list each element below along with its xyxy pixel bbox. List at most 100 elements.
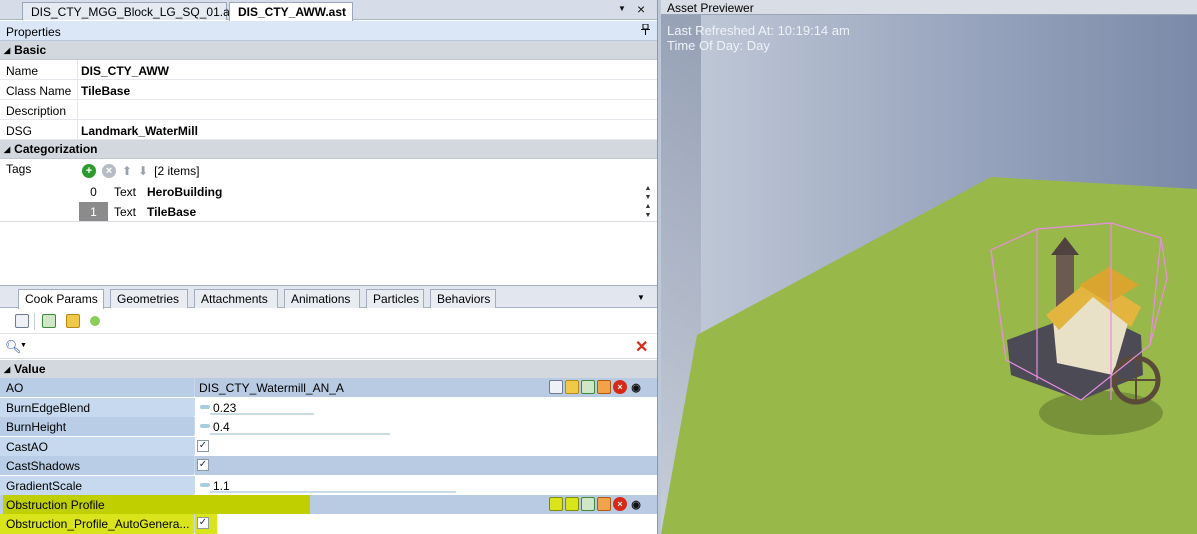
tags-key: Tags: [6, 162, 32, 176]
value-row-ao[interactable]: AO DIS_CTY_Watermill_AN_A × ◉: [0, 378, 657, 397]
value-row-burn-height[interactable]: BurnHeight 0.4: [0, 417, 657, 436]
clear-search-icon[interactable]: ✕: [635, 337, 648, 357]
value-key: AO: [0, 378, 194, 397]
value-key: Obstruction_Profile_AutoGenera...: [0, 514, 194, 534]
tab-geometries[interactable]: Geometries: [110, 289, 188, 308]
properties-title: Properties: [6, 25, 61, 39]
list-item[interactable]: 1 Text TileBase: [79, 202, 642, 221]
value-row-burn-edge-blend[interactable]: BurnEdgeBlend 0.23: [0, 398, 657, 417]
new-asset-icon[interactable]: [549, 380, 563, 394]
cook-tabs: Cook Params Geometries Attachments Anima…: [0, 285, 657, 309]
folder-icon[interactable]: [66, 314, 80, 328]
value-row-obstruction-auto[interactable]: Obstruction_Profile_AutoGenera... ✓: [0, 514, 657, 534]
value-number[interactable]: 0.4: [213, 420, 230, 434]
property-value[interactable]: Landmark_WaterMill: [81, 124, 198, 138]
property-row-dsg[interactable]: DSG Landmark_WaterMill: [0, 120, 657, 140]
value-number[interactable]: 1.1: [213, 479, 230, 493]
slider-track[interactable]: [210, 491, 456, 493]
tags-count: [2 items]: [154, 164, 200, 178]
goto-icon[interactable]: [597, 497, 611, 511]
category-categorization-label: Categorization: [14, 142, 98, 156]
obstruction-auto-checkbox[interactable]: ✓: [197, 517, 209, 529]
validate-icon[interactable]: [90, 316, 100, 326]
slider-track[interactable]: [210, 433, 390, 435]
search-input[interactable]: [32, 338, 622, 356]
value-key: Obstruction Profile: [6, 498, 105, 512]
delete-icon[interactable]: ×: [613, 380, 627, 394]
tab-cook-params[interactable]: Cook Params: [18, 289, 104, 309]
time-of-day: Time Of Day: Day: [667, 38, 770, 53]
property-key: Class Name: [6, 84, 72, 98]
value-key: BurnEdgeBlend: [0, 398, 194, 417]
last-refreshed: Last Refreshed At: 10:19:14 am: [667, 23, 850, 38]
eye-icon[interactable]: ◉: [629, 380, 643, 394]
tag-value[interactable]: HeroBuilding: [147, 185, 222, 199]
folder-icon[interactable]: [565, 497, 579, 511]
folder-icon[interactable]: [565, 380, 579, 394]
move-down-icon[interactable]: ⬇: [138, 164, 148, 178]
collapse-triangle-icon[interactable]: ◢: [4, 145, 10, 154]
move-up-icon[interactable]: ⬆: [122, 164, 132, 178]
tab-behaviors[interactable]: Behaviors: [430, 289, 496, 308]
tab-overflow-dropdown-icon[interactable]: ▼: [637, 293, 645, 302]
close-tab-icon[interactable]: ×: [637, 1, 645, 17]
property-value[interactable]: DIS_CTY_AWW: [81, 64, 169, 78]
collapse-triangle-icon[interactable]: ◢: [4, 46, 10, 55]
list-item[interactable]: 0 Text HeroBuilding: [79, 182, 642, 201]
property-value[interactable]: TileBase: [81, 84, 130, 98]
category-value[interactable]: ◢ Value: [0, 360, 657, 379]
refresh-icon[interactable]: [581, 380, 595, 394]
value-row-gradient-scale[interactable]: GradientScale 1.1: [0, 476, 657, 495]
pin-icon[interactable]: [641, 23, 650, 38]
tab-attachments[interactable]: Attachments: [194, 289, 278, 308]
new-asset-icon[interactable]: [549, 497, 563, 511]
previewer-title: Asset Previewer: [661, 0, 1197, 15]
tag-type: Text: [114, 185, 137, 199]
value-row-cast-ao[interactable]: CastAO ✓: [0, 437, 657, 456]
property-key: Description: [6, 104, 67, 118]
cook-toolbar: [0, 309, 657, 334]
tab-animations[interactable]: Animations: [284, 289, 360, 308]
filter-row: 🔍︎ ▼ ✕: [0, 335, 657, 359]
category-basic[interactable]: ◢ Basic: [0, 41, 657, 60]
chevron-down-icon[interactable]: ▼: [20, 342, 27, 349]
new-document-icon[interactable]: [15, 314, 29, 328]
slider-handle[interactable]: [200, 483, 210, 487]
slider-handle[interactable]: [200, 424, 210, 428]
delete-icon[interactable]: ×: [613, 497, 627, 511]
preview-viewport[interactable]: [661, 15, 1197, 534]
asset-path[interactable]: DIS_CTY_Watermill_AN_A: [199, 381, 344, 395]
properties-header: Properties: [0, 21, 657, 41]
tab-list-dropdown-icon[interactable]: ▼: [618, 4, 626, 13]
category-value-label: Value: [14, 362, 46, 376]
value-key: BurnHeight: [0, 417, 194, 436]
category-basic-label: Basic: [14, 43, 47, 57]
tag-value[interactable]: TileBase: [147, 205, 196, 219]
property-row-description[interactable]: Description: [0, 100, 657, 120]
property-row-class-name[interactable]: Class Name TileBase: [0, 80, 657, 100]
doc-tab-aww[interactable]: DIS_CTY_AWW.ast: [229, 2, 353, 21]
cast-ao-checkbox[interactable]: ✓: [197, 440, 209, 452]
add-tag-icon[interactable]: +: [82, 164, 96, 178]
value-row-cast-shadows[interactable]: CastShadows ✓: [0, 456, 657, 475]
category-categorization[interactable]: ◢ Categorization: [0, 140, 657, 159]
tab-particles[interactable]: Particles: [366, 289, 424, 308]
slider-handle[interactable]: [200, 405, 210, 409]
doc-tab-block[interactable]: DIS_CTY_MGG_Block_LG_SQ_01.ast: [22, 2, 239, 20]
cast-shadows-checkbox[interactable]: ✓: [197, 459, 209, 471]
eye-icon[interactable]: ◉: [629, 497, 643, 511]
refresh-icon[interactable]: [42, 314, 56, 328]
value-key: CastShadows: [0, 456, 194, 475]
tag-index: 0: [90, 185, 97, 199]
value-number[interactable]: 0.23: [213, 401, 236, 415]
tags-scrollbar[interactable]: ▲ ▼ ▲ ▼: [642, 184, 654, 222]
property-row-name[interactable]: Name DIS_CTY_AWW: [0, 60, 657, 80]
property-key: DSG: [6, 124, 33, 138]
refresh-icon[interactable]: [581, 497, 595, 511]
remove-tag-icon[interactable]: ×: [102, 164, 116, 178]
goto-icon[interactable]: [597, 380, 611, 394]
value-row-obstruction-profile[interactable]: Obstruction Profile × ◉: [0, 495, 657, 514]
tag-type: Text: [114, 205, 137, 219]
collapse-triangle-icon[interactable]: ◢: [4, 365, 10, 374]
tag-index: 1: [79, 202, 108, 221]
